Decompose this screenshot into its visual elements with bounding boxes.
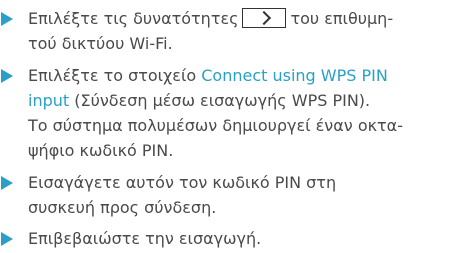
step-2-text: Επιλέξτε το στοιχείο Connect using WPS P…	[28, 63, 468, 163]
step-bullet-icon	[1, 176, 13, 190]
step-2-line-4: ψήφιο κωδικό PIN.	[28, 141, 174, 160]
chevron-right-icon	[242, 8, 287, 28]
step-3-line-1: Εισαγάγετε αυτόν τον κωδικό PIN στη	[28, 173, 337, 192]
step-bullet-icon	[1, 12, 13, 26]
step-1-line-1: Επιλέξτε τις δυνατότητες του επιθυμη-	[28, 8, 394, 28]
step-2: Επιλέξτε το στοιχείο Connect using WPS P…	[0, 63, 468, 163]
step-1-line-2: τού δικτύου Wi-Fi.	[28, 34, 173, 53]
connect-wps-pin-link[interactable]: Connect using WPS PIN	[201, 66, 388, 85]
step-3: Εισαγάγετε αυτόν τον κωδικό PIN στη συσκ…	[0, 170, 468, 220]
connect-wps-pin-link-continued[interactable]: input	[28, 91, 69, 110]
step-3-line-2: συσκευή προς σύνδεση.	[28, 198, 217, 217]
step-bullet-icon	[1, 69, 13, 83]
step-4: Επιβεβαιώστε την εισαγωγή.	[0, 226, 468, 251]
step-2-line-3: Το σύστημα πολυμέσων δημιουργεί έναν οκτ…	[28, 116, 403, 135]
step-1: Επιλέξτε τις δυνατότητες του επιθυμη- τού…	[0, 6, 468, 56]
step-2-line-2: input (Σύνδεση μέσω εισαγωγής WPS PIN).	[28, 91, 371, 110]
step-bullet-icon	[1, 232, 13, 246]
instruction-steps: Επιλέξτε τις δυνατότητες του επιθυμη- τού…	[0, 0, 468, 253]
step-4-text: Επιβεβαιώστε την εισαγωγή.	[28, 226, 468, 251]
step-4-line-1: Επιβεβαιώστε την εισαγωγή.	[28, 229, 262, 248]
step-1-text: Επιλέξτε τις δυνατότητες του επιθυμη- τού…	[28, 6, 468, 56]
step-2-line-1: Επιλέξτε το στοιχείο Connect using WPS P…	[28, 66, 388, 85]
step-3-text: Εισαγάγετε αυτόν τον κωδικό PIN στη συσκ…	[28, 170, 468, 220]
